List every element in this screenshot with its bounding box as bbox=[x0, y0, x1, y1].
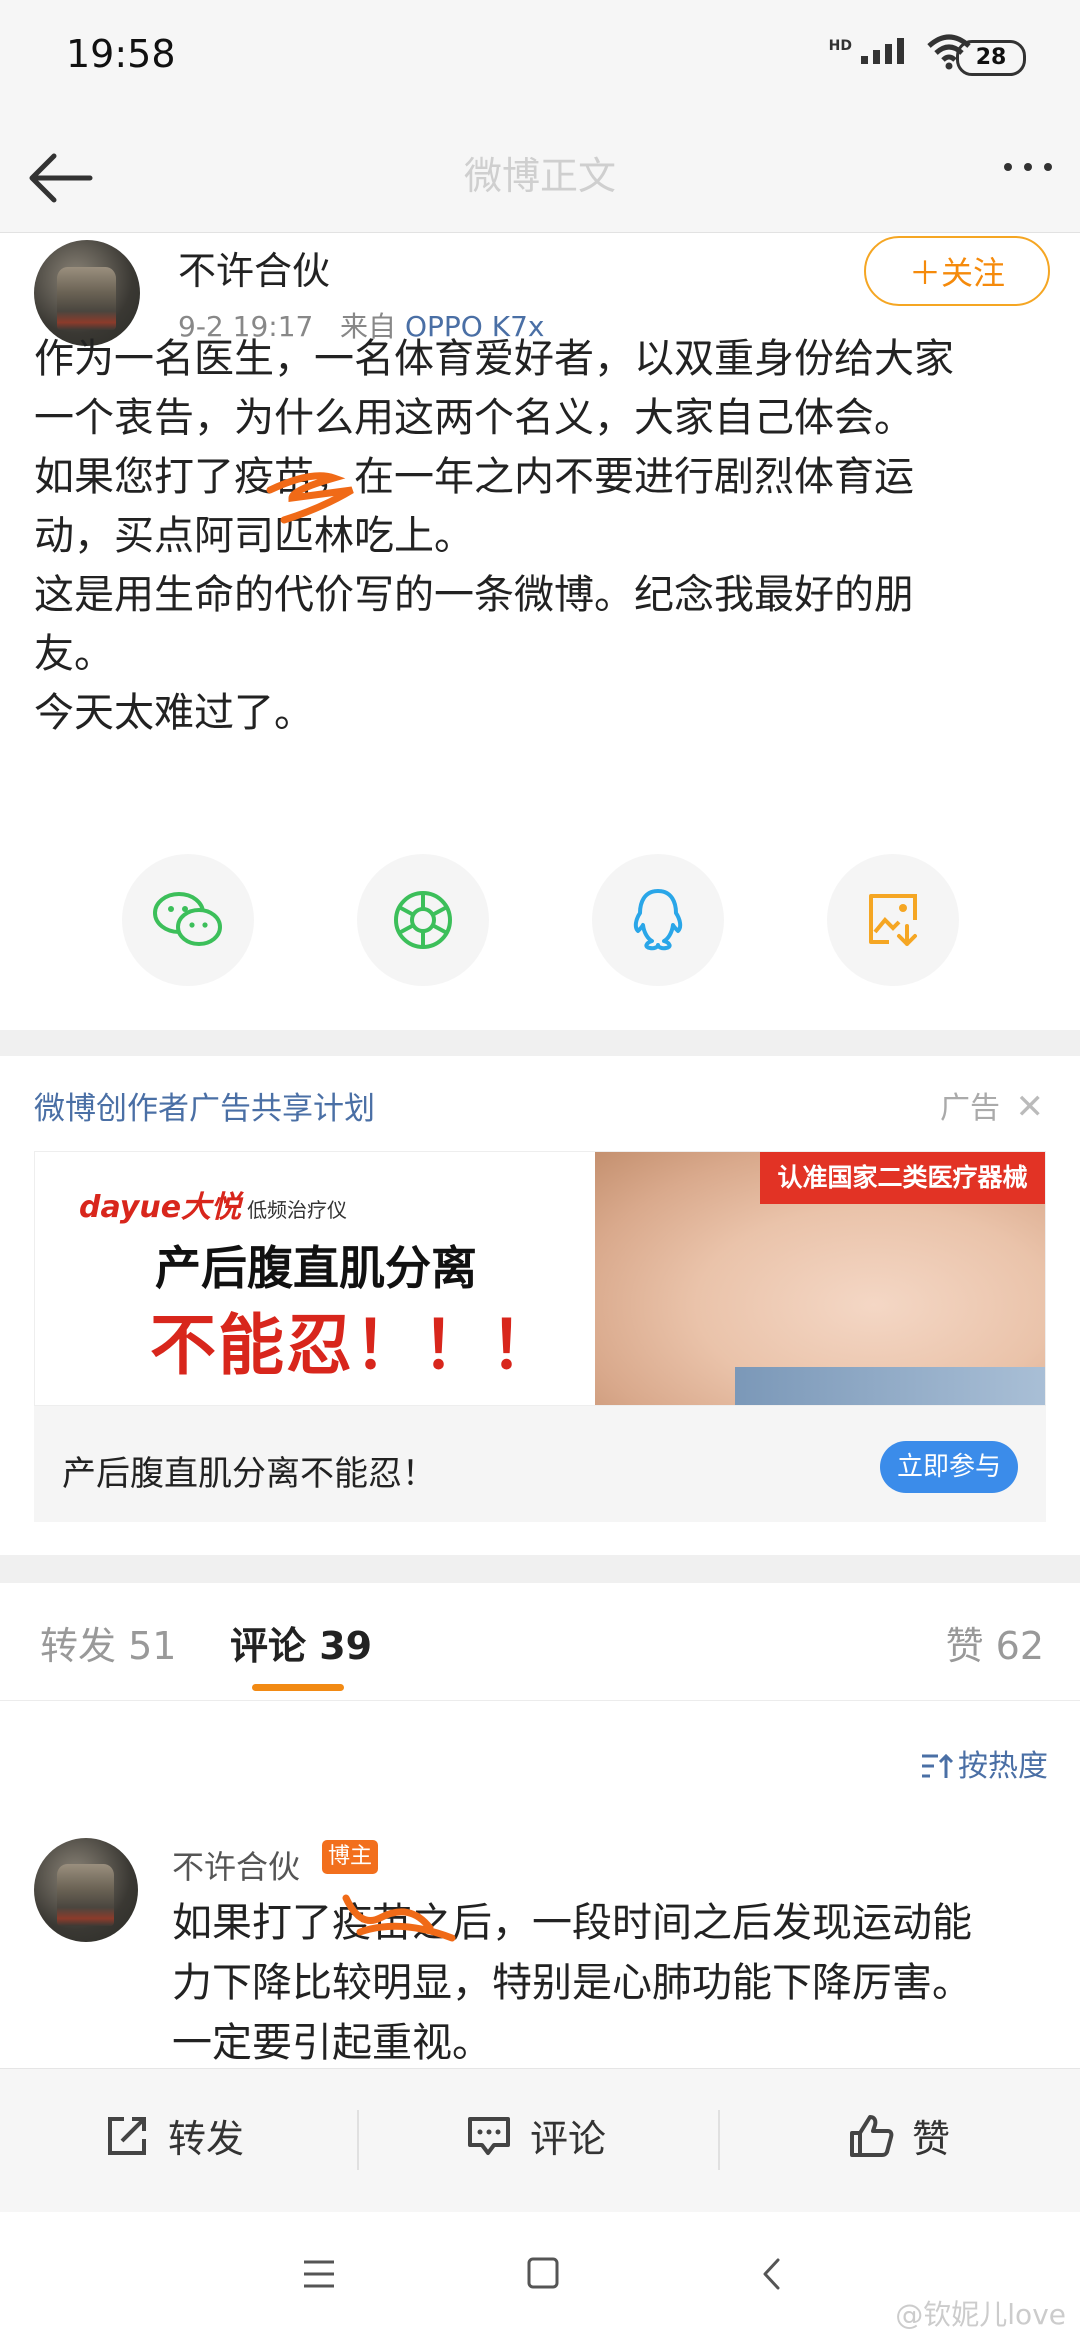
ad-program-link[interactable]: 微博创作者广告共享计划 bbox=[34, 1083, 375, 1128]
censor-scribble bbox=[266, 472, 354, 524]
system-back-icon[interactable] bbox=[760, 2256, 784, 2292]
tabs-divider bbox=[0, 1700, 1080, 1701]
like-label: 赞 bbox=[912, 2117, 951, 2161]
menu-icon[interactable] bbox=[302, 2259, 336, 2289]
ad-cta-button[interactable]: 立即参与 bbox=[880, 1441, 1018, 1493]
share-moments-button[interactable] bbox=[357, 854, 489, 986]
tab-reposts[interactable]: 转发 51 bbox=[40, 1615, 176, 1670]
comment-author[interactable]: 不许合伙 bbox=[172, 1842, 300, 1888]
watermark: @钦妮儿love bbox=[895, 2298, 1066, 2331]
like-button[interactable]: 赞 bbox=[848, 2108, 950, 2163]
more-options-icon[interactable] bbox=[1004, 163, 1052, 171]
author-badge: 博主 bbox=[322, 1840, 378, 1874]
share-wechat-button[interactable] bbox=[122, 854, 254, 986]
tab-comments[interactable]: 评论 39 bbox=[230, 1615, 372, 1670]
sort-by-hot-button[interactable]: 按热度 bbox=[920, 1741, 1048, 1785]
ad-label: 广告 ✕ bbox=[940, 1083, 1044, 1127]
signal-icon bbox=[861, 38, 904, 64]
section-divider bbox=[0, 1555, 1080, 1583]
repost-label: 转发 bbox=[168, 2117, 245, 2161]
qq-icon bbox=[633, 889, 683, 951]
moments-icon bbox=[394, 891, 452, 949]
home-icon[interactable] bbox=[526, 2256, 560, 2290]
ad-red-tag: 认准国家二类医疗器械 bbox=[760, 1152, 1045, 1204]
comment-button[interactable]: 评论 bbox=[466, 2108, 606, 2163]
ad-close-icon[interactable]: ✕ bbox=[1016, 1087, 1045, 1127]
action-divider bbox=[718, 2110, 720, 2170]
status-time: 19:58 bbox=[66, 32, 176, 76]
comment-avatar[interactable] bbox=[34, 1838, 138, 1942]
post-body: 作为一名医生，一名体育爱好者，以双重身份给大家 一个衷告，为什么用这两个名义，大… bbox=[34, 336, 954, 736]
ad-brand-name: dayue大悦 bbox=[79, 1190, 242, 1225]
ad-photo-jeans bbox=[735, 1367, 1045, 1405]
thumbs-up-icon bbox=[850, 2114, 894, 2157]
ad-title: 产后腹直肌分离 bbox=[155, 1241, 477, 1295]
comment-text: 如果打了疫苗之后，一段时间之后发现运动能 力下降比较明显，特别是心肺功能下降厉害… bbox=[172, 1900, 972, 2066]
ad-slogan: 不能忍！！！ bbox=[150, 1307, 558, 1384]
action-divider bbox=[357, 2110, 359, 2170]
save-image-icon bbox=[869, 894, 917, 946]
share-qq-button[interactable] bbox=[592, 854, 724, 986]
save-image-button[interactable] bbox=[827, 854, 959, 986]
ad-tag-text: 广告 bbox=[939, 1091, 1000, 1126]
battery-indicator: 28 bbox=[956, 40, 1026, 76]
sort-icon bbox=[922, 1753, 954, 1778]
author-name[interactable]: 不许合伙 bbox=[178, 240, 330, 295]
section-divider bbox=[0, 1030, 1080, 1056]
active-tab-indicator bbox=[252, 1684, 344, 1691]
tab-likes[interactable]: 赞 62 bbox=[946, 1615, 1044, 1670]
sort-label: 按热度 bbox=[958, 1749, 1048, 1784]
page-title: 微博正文 bbox=[463, 154, 616, 198]
ad-brand-sub: 低频治疗仪 bbox=[247, 1198, 348, 1222]
ad-banner-image[interactable]: 认准国家二类医疗器械 dayue大悦 低频治疗仪 产后腹直肌分离 不能忍！！！ bbox=[34, 1151, 1046, 1406]
ad-brand: dayue大悦 低频治疗仪 bbox=[79, 1182, 347, 1226]
ad-caption: 产后腹直肌分离不能忍！ bbox=[62, 1454, 436, 1494]
repost-button[interactable]: 转发 bbox=[104, 2108, 244, 2163]
comment-label: 评论 bbox=[530, 2117, 607, 2161]
wechat-icon bbox=[153, 892, 222, 946]
censor-scribble bbox=[342, 1894, 456, 1942]
network-type: HD bbox=[828, 38, 852, 54]
comment-icon bbox=[468, 2116, 510, 2155]
repost-icon bbox=[108, 2116, 146, 2155]
follow-button[interactable]: ＋关注 bbox=[864, 236, 1050, 306]
